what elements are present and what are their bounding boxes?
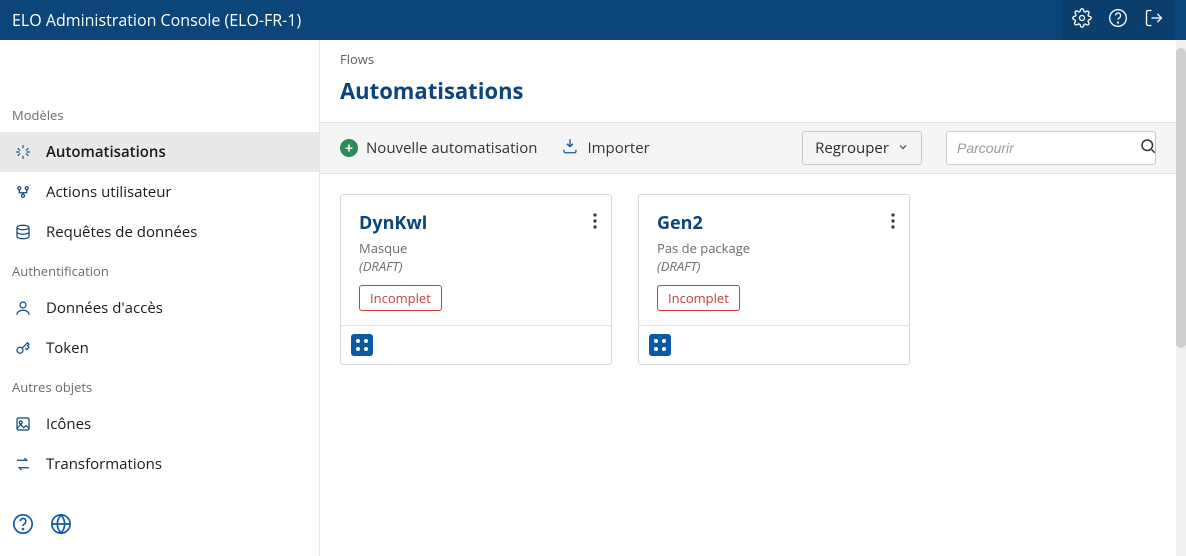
group-by-label: Regrouper	[815, 138, 889, 158]
automation-card[interactable]: DynKwl Masque (DRAFT) Incomplet	[340, 194, 612, 365]
transformations-icon	[14, 455, 32, 473]
sidebar-item-actions-utilisateur[interactable]: Actions utilisateur	[0, 172, 319, 212]
main-area: Flows Automatisations + Nouvelle automat…	[320, 40, 1186, 556]
logout-icon	[1144, 8, 1164, 33]
card-title: DynKwl	[359, 211, 593, 235]
sidebar-item-label: Automatisations	[46, 142, 166, 162]
sidebar-section-auth: Authentification	[0, 252, 319, 288]
sidebar-item-donnees-acces[interactable]: Données d'accès	[0, 288, 319, 328]
top-header-actions	[1062, 0, 1174, 40]
sidebar-item-requetes-donnees[interactable]: Requêtes de données	[0, 212, 319, 252]
sidebar-item-label: Requêtes de données	[46, 222, 197, 242]
sidebar-item-icones[interactable]: Icônes	[0, 404, 319, 444]
sidebar-globe-button[interactable]	[50, 513, 72, 540]
workflow-icon	[351, 334, 373, 356]
card-footer	[639, 325, 909, 364]
user-actions-icon	[14, 183, 32, 201]
help-button[interactable]	[1102, 4, 1134, 36]
sidebar-help-button[interactable]	[12, 513, 34, 540]
sidebar-item-label: Actions utilisateur	[46, 182, 172, 202]
help-circle-icon	[12, 521, 34, 540]
import-button[interactable]: Importer	[561, 137, 649, 160]
credentials-icon	[14, 299, 32, 317]
settings-button[interactable]	[1066, 4, 1098, 36]
vertical-scrollbar[interactable]	[1176, 40, 1186, 556]
sidebar-section-autres: Autres objets	[0, 368, 319, 404]
card-subtitle: Masque	[359, 239, 593, 257]
help-icon	[1108, 8, 1128, 33]
search-icon	[1139, 137, 1157, 160]
add-circle-icon: +	[340, 139, 358, 157]
import-label: Importer	[587, 138, 649, 158]
chevron-down-icon	[897, 138, 909, 158]
sidebar-item-token[interactable]: Token	[0, 328, 319, 368]
card-menu-button[interactable]	[589, 209, 601, 238]
sidebar-item-automatisations[interactable]: Automatisations	[0, 132, 319, 172]
more-vertical-icon	[593, 215, 597, 234]
icons-icon	[14, 415, 32, 433]
card-footer	[341, 325, 611, 364]
cards-container: DynKwl Masque (DRAFT) Incomplet	[320, 174, 1176, 385]
sidebar-item-label: Token	[46, 338, 89, 358]
card-status: (DRAFT)	[359, 257, 593, 275]
toolbar: + Nouvelle automatisation Importer Regro…	[320, 122, 1176, 174]
sidebar-item-label: Données d'accès	[46, 298, 163, 318]
data-queries-icon	[14, 223, 32, 241]
sidebar-item-transformations[interactable]: Transformations	[0, 444, 319, 484]
card-subtitle: Pas de package	[657, 239, 891, 257]
globe-icon	[50, 521, 72, 540]
app-title: ELO Administration Console (ELO-FR-1)	[12, 9, 1062, 31]
scrollbar-thumb[interactable]	[1176, 48, 1186, 348]
import-icon	[561, 137, 579, 160]
token-icon	[14, 339, 32, 357]
new-automation-label: Nouvelle automatisation	[366, 138, 537, 158]
workflow-icon	[649, 334, 671, 356]
status-badge: Incomplet	[657, 285, 740, 311]
search-box[interactable]	[946, 131, 1156, 165]
card-status: (DRAFT)	[657, 257, 891, 275]
group-by-button[interactable]: Regrouper	[802, 131, 922, 165]
sidebar-section-modeles: Modèles	[0, 96, 319, 132]
card-menu-button[interactable]	[887, 209, 899, 238]
search-input[interactable]	[957, 140, 1139, 156]
sidebar-item-label: Icônes	[46, 414, 91, 434]
automation-icon	[14, 143, 32, 161]
page-title: Automatisations	[320, 76, 1176, 122]
breadcrumb: Flows	[320, 50, 1176, 76]
sidebar-footer	[0, 501, 319, 556]
logout-button[interactable]	[1138, 4, 1170, 36]
card-title: Gen2	[657, 211, 891, 235]
sidebar-item-label: Transformations	[46, 454, 162, 474]
more-vertical-icon	[891, 215, 895, 234]
status-badge: Incomplet	[359, 285, 442, 311]
gear-icon	[1072, 8, 1092, 33]
top-header: ELO Administration Console (ELO-FR-1)	[0, 0, 1186, 40]
automation-card[interactable]: Gen2 Pas de package (DRAFT) Incomplet	[638, 194, 910, 365]
new-automation-button[interactable]: + Nouvelle automatisation	[340, 138, 537, 158]
sidebar: Modèles Automatisations Actions utilisat…	[0, 40, 320, 556]
